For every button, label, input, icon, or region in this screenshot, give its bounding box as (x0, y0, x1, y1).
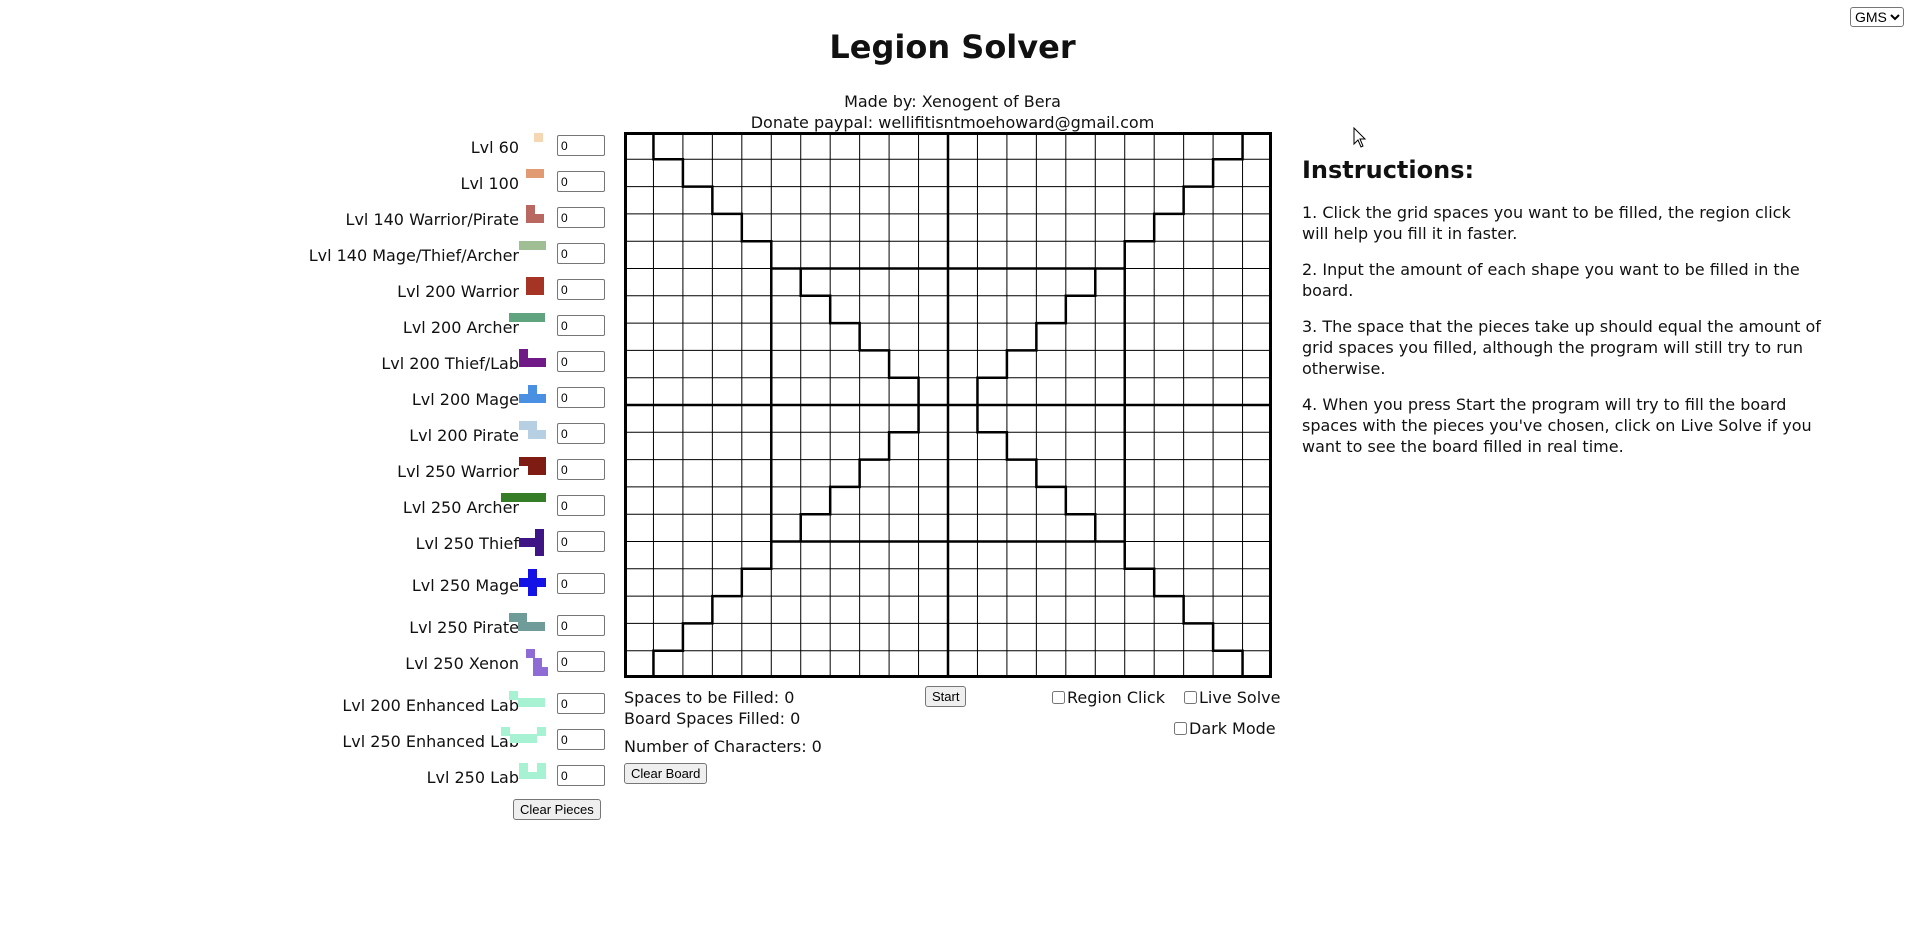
lvl250-lab-piece-icon (519, 763, 546, 779)
lvl250-enhanced-lab-count-input[interactable] (557, 729, 605, 750)
lvl200-archer-piece-icon (509, 313, 545, 322)
piece-row-lvl100: Lvl 100 (200, 169, 607, 199)
lvl60-piece-icon (534, 133, 543, 142)
lvl250-xenon-piece-icon (526, 649, 548, 676)
piece-row-lvl200-thief-lab: Lvl 200 Thief/Lab (200, 349, 607, 379)
piece-row-lvl250-thief: Lvl 250 Thief (200, 529, 607, 559)
instruction-step: 1. Click the grid spaces you want to be … (1302, 203, 1791, 243)
piece-row-lvl200-enhanced-lab: Lvl 200 Enhanced Lab (200, 691, 607, 721)
number-of-characters-text: Number of Characters: 0 (624, 737, 822, 756)
lvl250-enhanced-lab-piece-icon (501, 727, 546, 743)
live-solve-checkbox[interactable] (1184, 691, 1197, 704)
piece-row-lvl200-mage: Lvl 200 Mage (200, 385, 607, 415)
piece-label: Lvl 200 Pirate (409, 426, 519, 445)
piece-row-lvl250-xenon: Lvl 250 Xenon (200, 649, 607, 679)
board-spaces-filled-text: Board Spaces Filled: 0 (624, 709, 801, 728)
lvl250-mage-piece-icon (519, 569, 546, 596)
lvl200-mage-piece-icon (519, 385, 546, 403)
piece-label: Lvl 250 Xenon (405, 654, 519, 673)
piece-row-lvl60: Lvl 60 (200, 133, 607, 163)
lvl140-mage-thief-archer-count-input[interactable] (557, 243, 605, 264)
piece-row-lvl250-enhanced-lab: Lvl 250 Enhanced Lab (200, 727, 607, 757)
region-click-option[interactable]: Region Click (1052, 688, 1165, 707)
piece-label: Lvl 100 (460, 174, 519, 193)
piece-row-lvl250-pirate: Lvl 250 Pirate (200, 613, 607, 643)
dark-mode-checkbox[interactable] (1174, 722, 1187, 735)
region-click-label: Region Click (1067, 688, 1165, 707)
piece-row-lvl200-warrior: Lvl 200 Warrior (200, 277, 607, 307)
lvl100-count-input[interactable] (557, 171, 605, 192)
instructions-panel: Instructions: 1. Click the grid spaces y… (1302, 156, 1822, 472)
lvl140-warrior-pirate-piece-icon (526, 205, 544, 223)
lvl250-mage-count-input[interactable] (557, 573, 605, 594)
piece-label: Lvl 250 Warrior (397, 462, 519, 481)
piece-label: Lvl 250 Mage (411, 576, 519, 595)
lvl200-mage-count-input[interactable] (557, 387, 605, 408)
piece-label: Lvl 140 Warrior/Pirate (345, 210, 519, 229)
lvl60-count-input[interactable] (557, 135, 605, 156)
author-credit: Made by: Xenogent of Bera (844, 92, 1061, 111)
piece-row-lvl140-warrior-pirate: Lvl 140 Warrior/Pirate (200, 205, 607, 235)
spaces-to-fill-text: Spaces to be Filled: 0 (624, 688, 795, 707)
lvl200-pirate-piece-icon (519, 421, 546, 439)
clear-pieces-button[interactable]: Clear Pieces (513, 799, 601, 820)
instructions-heading: Instructions: (1302, 156, 1475, 184)
lvl140-warrior-pirate-count-input[interactable] (557, 207, 605, 228)
piece-row-lvl250-archer: Lvl 250 Archer (200, 493, 607, 523)
lvl100-piece-icon (526, 169, 544, 178)
start-button[interactable]: Start (925, 686, 967, 707)
instruction-step: 3. The space that the pieces take up sho… (1302, 317, 1821, 378)
region-select[interactable]: GMS (1850, 7, 1904, 27)
lvl200-warrior-piece-icon (526, 277, 544, 295)
legion-board-grid[interactable] (624, 132, 1272, 678)
piece-label: Lvl 200 Mage (411, 390, 519, 409)
piece-row-lvl140-mage-thief-archer: Lvl 140 Mage/Thief/Archer (200, 241, 607, 271)
piece-label: Lvl 140 Mage/Thief/Archer (308, 246, 519, 265)
donate-line: Donate paypal: wellifitisntmoehoward@gma… (750, 113, 1155, 132)
piece-label: Lvl 250 Lab (426, 768, 519, 787)
lvl250-archer-piece-icon (501, 493, 546, 502)
piece-row-lvl250-warrior: Lvl 250 Warrior (200, 457, 607, 487)
clear-board-button[interactable]: Clear Board (624, 763, 708, 784)
lvl200-thief-lab-piece-icon (519, 349, 546, 367)
region-click-checkbox[interactable] (1052, 691, 1065, 704)
piece-label: Lvl 200 Archer (402, 318, 519, 337)
lvl250-pirate-piece-icon (509, 613, 545, 631)
lvl200-enhanced-lab-count-input[interactable] (557, 693, 605, 714)
lvl140-mage-thief-archer-piece-icon (519, 241, 546, 250)
piece-label: Lvl 250 Thief (415, 534, 519, 553)
instruction-step: 4. When you press Start the program will… (1302, 395, 1812, 456)
lvl250-pirate-count-input[interactable] (557, 615, 605, 636)
live-solve-label: Live Solve (1199, 688, 1281, 707)
instruction-step: 2. Input the amount of each shape you wa… (1302, 260, 1800, 300)
live-solve-option[interactable]: Live Solve (1184, 688, 1280, 707)
piece-label: Lvl 250 Enhanced Lab (342, 732, 519, 751)
lvl200-archer-count-input[interactable] (557, 315, 605, 336)
piece-row-lvl250-mage: Lvl 250 Mage (200, 569, 607, 601)
piece-label: Lvl 60 (470, 138, 519, 157)
piece-label: Lvl 250 Pirate (409, 618, 519, 637)
piece-row-lvl200-archer: Lvl 200 Archer (200, 313, 607, 343)
lvl200-enhanced-lab-piece-icon (509, 691, 545, 707)
dark-mode-option[interactable]: Dark Mode (1174, 719, 1276, 738)
lvl200-warrior-count-input[interactable] (557, 279, 605, 300)
piece-label: Lvl 200 Thief/Lab (381, 354, 519, 373)
mouse-cursor-icon (1353, 127, 1367, 148)
lvl250-thief-count-input[interactable] (557, 531, 605, 552)
page-title: Legion Solver (829, 28, 1076, 66)
lvl250-archer-count-input[interactable] (557, 495, 605, 516)
lvl250-lab-count-input[interactable] (557, 765, 605, 786)
dark-mode-label: Dark Mode (1189, 719, 1276, 738)
lvl200-pirate-count-input[interactable] (557, 423, 605, 444)
lvl200-thief-lab-count-input[interactable] (557, 351, 605, 372)
credits: Made by: Xenogent of Bera Donate paypal:… (0, 91, 1905, 133)
lvl250-xenon-count-input[interactable] (557, 651, 605, 672)
piece-label: Lvl 200 Enhanced Lab (342, 696, 519, 715)
lvl250-warrior-piece-icon (519, 457, 546, 475)
piece-label: Lvl 200 Warrior (397, 282, 519, 301)
lvl250-thief-piece-icon (519, 529, 544, 556)
lvl250-warrior-count-input[interactable] (557, 459, 605, 480)
piece-row-lvl250-lab: Lvl 250 Lab (200, 763, 607, 793)
piece-row-lvl200-pirate: Lvl 200 Pirate (200, 421, 607, 451)
